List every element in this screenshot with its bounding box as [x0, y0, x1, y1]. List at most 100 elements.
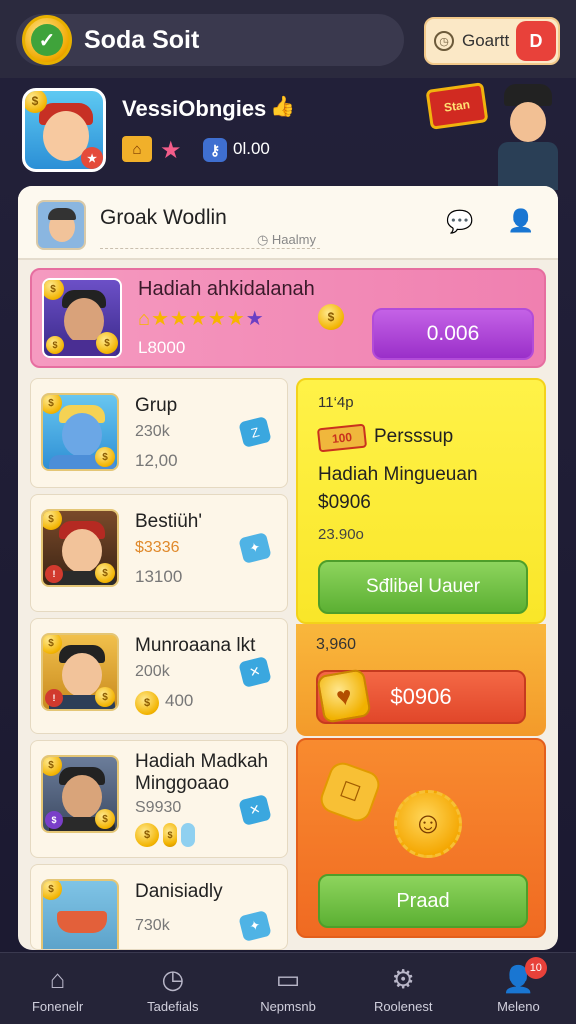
nav-label: Fonenelr — [31, 999, 84, 1014]
list-item-name: Munroaana lkt — [135, 635, 256, 656]
list-item-value-secondary: 12,00 — [135, 451, 178, 470]
card-avatar[interactable] — [36, 200, 86, 250]
hero-person-image — [498, 84, 558, 190]
coin-icon: $ — [96, 332, 118, 354]
nav-label: Meleno — [497, 999, 540, 1014]
list-item-value: S9930 — [135, 799, 182, 816]
search-label: Goartt — [462, 31, 510, 50]
nav-label: Roolenest — [373, 999, 433, 1014]
list-item[interactable]: $ $ Grup 230k 12,00 Z — [30, 378, 288, 488]
user-icon[interactable]: 👤 — [506, 206, 536, 236]
tag-icon: ✕ — [238, 793, 272, 827]
nav-item-profile[interactable]: 👤 Meleno 10 — [461, 953, 576, 1024]
clock-icon: ◷ — [434, 31, 454, 51]
key-icon[interactable]: ⚷ — [203, 138, 227, 162]
list-item-value: 730k — [135, 917, 170, 934]
list-item[interactable]: $ Danisiadly 730k ✦ — [30, 864, 288, 950]
settings-icon: ⚙ — [391, 963, 415, 994]
profile-name: VessiObngies — [122, 96, 267, 121]
heart-icon: ♥ — [316, 668, 372, 724]
profile-avatar[interactable]: $ ★ — [22, 88, 106, 172]
list-avatar: $ ! $ — [41, 509, 119, 587]
nav-item-history[interactable]: ◷ Tadefials — [115, 953, 230, 1024]
level-icon: ★ — [81, 147, 103, 169]
list-item[interactable]: $ $ $ Hadiah Madkah Minggoaao S9930 $ $ … — [30, 740, 288, 858]
bottom-nav: ⌂ Fonenelr ◷ Tadefials ▭ Nepmsnb ⚙ Roole… — [0, 952, 576, 1024]
app-brand[interactable]: ✓ Soda Soit — [16, 14, 404, 66]
featured-row[interactable]: $ $ $ Hadiah ahkidalanah ⌂★★★★★★ $ L8000… — [30, 268, 546, 368]
coin-icon: $ — [25, 91, 47, 113]
list-item-value: 230k — [135, 423, 170, 440]
tag-icon: Z — [238, 415, 272, 449]
rating-stars-icon: ⌂★★★★★★ — [138, 308, 265, 330]
list-item[interactable]: $ ! $ Bestiüh' $3336 13100 ✦ — [30, 494, 288, 612]
list-avatar: $ ! $ — [41, 633, 119, 711]
notification-count-badge: 10 — [524, 957, 547, 979]
coin-icon: $ — [135, 691, 159, 715]
list-item-name: Grup — [135, 395, 178, 416]
profile-balance: 0l.00 — [233, 139, 270, 158]
coin-icon: $ — [46, 336, 64, 354]
offer-buy-button[interactable]: ♥ $0906 — [316, 668, 526, 724]
house-icon[interactable]: ⌂ — [122, 136, 152, 162]
clock-icon: ◷ — [161, 963, 185, 994]
app-root: ✓ Soda Soit ◷ Goartt D Stan $ ★ VessiObn… — [0, 0, 576, 1024]
app-title: Soda Soit — [84, 25, 200, 54]
chat-icon[interactable]: 💬 — [446, 208, 474, 236]
nav-item-settings[interactable]: ⚙ Roolenest — [346, 953, 461, 1024]
card-title: Groak Wodlin — [100, 206, 227, 229]
thumbs-up-icon: 👍 — [270, 96, 295, 118]
coin-icon: ! — [45, 689, 63, 707]
hero-illustration: Stan — [420, 80, 576, 190]
coin-icon: $ — [43, 395, 62, 414]
notification-badge[interactable]: D — [516, 21, 556, 61]
promo-title: Hadiah Mingueuan — [318, 464, 478, 485]
nav-item-home[interactable]: ⌂ Fonenelr — [0, 953, 115, 1024]
reward-button[interactable]: Praad — [318, 874, 528, 928]
promo-badge-icon: 100 — [316, 423, 368, 453]
nav-label: Tadefials — [147, 999, 199, 1014]
coin-stack-icon: $ $ — [135, 823, 195, 847]
promo-time: 11‘4p — [318, 394, 354, 411]
list-item-value: 200k — [135, 663, 170, 680]
coin-icon: $ — [44, 280, 64, 300]
coin-icon: $ — [95, 563, 115, 583]
coin-icon: $ — [43, 757, 62, 776]
list-item-name: Hadiah Madkah Minggoaao — [135, 751, 269, 794]
nav-item-card[interactable]: ▭ Nepmsnb — [230, 953, 345, 1024]
offer-buy-label: $0906 — [390, 684, 452, 709]
featured-amount: L8000 — [138, 338, 186, 357]
list-avatar: $ — [41, 879, 119, 949]
promo-sub-amount: 23.90o — [318, 526, 364, 543]
coin-icon: $ — [95, 687, 115, 707]
main-card: Groak Wodlin ◷ Haalmy 💬 👤 $ $ $ Hadiah a… — [18, 186, 558, 950]
card-icon: ▭ — [275, 963, 301, 994]
search-button[interactable]: ◷ Goartt D — [424, 17, 560, 65]
offer-amount: 3,960 — [316, 636, 357, 653]
promo-claim-button[interactable]: Sđlibel Uauer — [318, 560, 528, 614]
featured-title: Hadiah ahkidalanah — [138, 278, 315, 300]
list-item-value: $3336 — [135, 539, 180, 556]
card-subtitle-text: Haalmy — [271, 232, 316, 247]
featured-claim-button[interactable]: 0.006 — [372, 308, 534, 360]
coin-icon: $ — [95, 447, 115, 467]
list-avatar: $ $ — [41, 393, 119, 471]
star-badge-icon: ☐ — [316, 758, 384, 826]
hero-sign: Stan — [425, 82, 489, 130]
coin-icon: $ — [43, 511, 62, 530]
coin-icon: ! — [45, 565, 63, 583]
top-bar: ✓ Soda Soit ◷ Goartt D — [0, 0, 576, 78]
tag-icon: ✕ — [238, 655, 272, 689]
sun-icon: ☺ — [394, 790, 462, 858]
reward-panel: ☐ ☺ Praad — [296, 738, 546, 938]
home-icon: ⌂ — [49, 963, 66, 994]
tag-icon: ✦ — [238, 531, 272, 565]
list-item[interactable]: $ ! $ Munroaana lkt 200k 400 $ ✕ — [30, 618, 288, 734]
card-subtitle: ◷ Haalmy — [100, 232, 320, 249]
list-item-value-secondary: 13100 — [135, 567, 183, 586]
coin-icon: $ — [45, 811, 63, 829]
list-item-name: Bestiüh' — [135, 511, 203, 532]
coin-icon: $ — [43, 635, 62, 654]
star-icon[interactable]: ★ — [160, 136, 182, 165]
promo-headline: Persssup — [374, 426, 454, 447]
